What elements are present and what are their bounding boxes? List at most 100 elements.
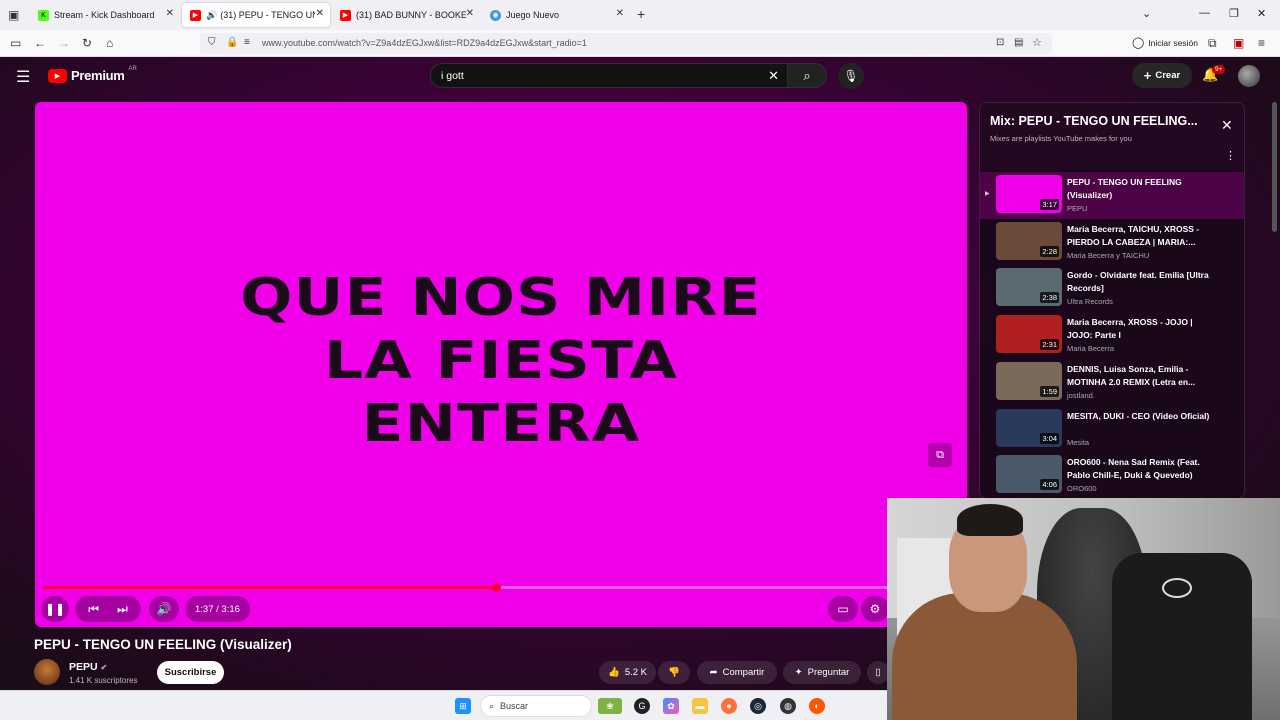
close-tab-icon[interactable]: ✕ [616,8,624,19]
clear-search-icon[interactable]: ✕ [768,68,779,84]
search-button[interactable]: ⌕ [787,63,827,88]
playlist-thumbnail[interactable]: 1:59 [996,361,1062,400]
back-icon[interactable]: ← [34,36,46,50]
forward-icon[interactable]: → [58,36,70,50]
reload-icon[interactable]: ↻ [82,36,92,50]
page-scrollbar[interactable] [1272,102,1277,232]
playlist-item-title[interactable]: DENNIS, Luisa Sonza, Emilia - MOTINHA 2.… [1067,363,1217,389]
signin-button[interactable]: ◯ Iniciar sesión [1132,36,1198,49]
user-avatar[interactable] [1238,65,1260,87]
windows-start-icon[interactable]: ⊞ [455,698,471,714]
bookmark-star-icon[interactable]: ☆ [1032,36,1042,50]
settings-button[interactable]: ⚙ [861,596,889,622]
youtube-premium-logo[interactable]: ▶ Premium AR [48,66,137,83]
volume-button[interactable]: 🔊 [149,596,179,622]
playlist-item[interactable]: 2:38 Gordo - Olvidarte feat. Emilia [Ultr… [980,265,1244,312]
close-tab-icon[interactable]: ✕ [316,8,324,19]
like-button[interactable]: 👍 5.2 K [599,661,656,684]
playlist-thumbnail[interactable]: 3:04 [996,408,1062,447]
copilot-icon[interactable]: ✿ [663,698,679,714]
tab-label: Juego Nuevo [506,10,560,20]
app-orange-icon[interactable]: ◐ [809,698,825,714]
reader-view-icon[interactable]: ▤ [1014,36,1023,50]
playlist-item-title[interactable]: PEPU - TENGO UN FEELING (Visualizer) [1067,176,1217,202]
tab-juego-nuevo[interactable]: ◉ Juego Nuevo ✕ [482,3,630,27]
playlist-item-title[interactable]: ORO600 - Nena Sad Remix (Feat. Pablo Chi… [1067,456,1217,482]
subscribe-button[interactable]: Suscribirse [157,661,224,684]
audio-playing-icon[interactable]: 🔊 [206,10,217,21]
search-highlight-icon[interactable]: ❀ [598,698,622,714]
playlist-thumbnail[interactable]: 3:17 [996,175,1062,213]
create-button[interactable]: + Crear [1132,63,1192,88]
progress-bar[interactable] [43,583,959,592]
url-text[interactable]: www.youtube.com/watch?v=Z9a4dzEGJxw&list… [262,38,587,48]
tab-kick-dashboard[interactable]: K Stream - Kick Dashboard ✕ [30,3,180,27]
lyric-line: ENTERA [361,394,641,454]
playlist-item[interactable]: 2:28 Maria Becerra, TAICHU, XROSS - PIERD… [980,219,1244,266]
playlist-title[interactable]: Mix: PEPU - TENGO UN FEELING... [990,114,1200,128]
app-g-icon[interactable]: G [634,698,650,714]
playlist-thumbnail[interactable]: 4:06 [996,455,1062,494]
file-explorer-icon[interactable]: ▬ [692,698,708,714]
playlist-item[interactable]: 1:59 DENNIS, Luisa Sonza, Emilia - MOTINH… [980,359,1244,406]
sparkle-icon: ✦ [794,667,803,678]
more-options-icon[interactable]: ⋮ [1225,149,1236,162]
like-count: 5.2 K [624,667,648,678]
shield-icon[interactable]: ⛉ [208,36,216,50]
tab-youtube-bad-bunny[interactable]: ▶ (31) BAD BUNNY - BOOKER T (V ✕ [332,3,480,27]
ask-button[interactable]: ✦ Preguntar [783,661,861,684]
video-player[interactable]: QUE NOS MIRE LA FIESTA ENTERA ⧉ ❚❚ ⏮ ⏭ 🔊… [35,102,967,627]
voice-search-button[interactable]: 🎙 [838,63,864,89]
channel-avatar[interactable] [34,659,60,685]
previous-icon[interactable]: ⏮ [88,602,99,617]
hamburger-menu-icon[interactable]: ☰ [16,67,30,87]
taskbar-search[interactable]: ⌕ Buscar [480,695,592,717]
playlist-item-channel: Mesita [1067,437,1090,447]
lock-icon[interactable]: 🔒 [226,36,238,50]
sidebar-toggle-icon[interactable]: ▭ [10,36,21,50]
playlist-item[interactable]: 2:31 Maria Becerra, XROSS - JOJO | JOJO: … [980,312,1244,359]
playlist-thumbnail[interactable]: 2:31 [996,315,1062,354]
playlist-item-channel: Maria Becerra [1067,344,1115,354]
close-icon[interactable]: ✕ [1221,117,1233,134]
list-tabs-icon[interactable]: ⌄ [1142,7,1151,20]
save-button[interactable]: ▯ [867,661,889,684]
tab-overview-icon[interactable]: ▣ [8,8,19,22]
firefox-icon[interactable]: ● [721,698,737,714]
minimize-icon[interactable]: — [1199,7,1210,19]
translate-icon[interactable]: ⊡ [996,36,1004,50]
search-input[interactable]: i gott ✕ [430,63,788,88]
playlist-thumbnail[interactable]: 2:38 [996,268,1062,307]
channel-name[interactable]: PEPU ✔ [69,661,107,673]
new-tab-icon[interactable]: + [637,7,645,21]
playlist-item-title[interactable]: Maria Becerra, XROSS - JOJO | JOJO: Part… [1067,316,1217,342]
dislike-button[interactable]: 👎 [658,661,690,684]
captions-button[interactable]: ▭ [828,596,858,622]
search-query[interactable]: i gott [441,70,464,82]
playlist-item[interactable]: 3:04 MESITA, DUKI - CEO (Video Oficial) Me… [980,406,1244,453]
steam-icon[interactable]: ◎ [750,698,766,714]
maximize-icon[interactable]: ❐ [1229,7,1239,20]
playlist-item-title[interactable]: Maria Becerra, TAICHU, XROSS - PIERDO LA… [1067,223,1217,249]
close-tab-icon[interactable]: ✕ [466,8,474,19]
pause-button[interactable]: ❚❚ [41,596,69,622]
permissions-icon[interactable]: ≡ [244,36,250,50]
playlist-item-title[interactable]: MESITA, DUKI - CEO (Video Oficial) [1067,410,1217,423]
close-window-icon[interactable]: ✕ [1257,7,1266,20]
playlist-item[interactable]: ▶ 3:17 PEPU - TENGO UN FEELING (Visualizer… [980,172,1244,219]
app-dark-icon[interactable]: ◍ [780,698,796,714]
home-icon[interactable]: ⌂ [106,36,113,50]
extension-badge-icon[interactable]: ▣ [1233,36,1244,50]
miniplayer-icon[interactable]: ⧉ [928,443,952,467]
tab-youtube-pepu[interactable]: ▶ 🔊 (31) PEPU - TENGO UN FEE ✕ [182,3,330,27]
playlist-thumbnail[interactable]: 2:28 [996,221,1062,260]
playlist-item-title[interactable]: Gordo - Olvidarte feat. Emilia [Ultra Re… [1067,269,1217,295]
progress-scrubber[interactable] [492,583,502,592]
next-icon[interactable]: ⏭ [117,602,128,617]
menu-icon[interactable]: ≡ [1258,36,1265,50]
share-button[interactable]: ➦ Compartir [697,661,777,684]
close-tab-icon[interactable]: ✕ [166,8,174,19]
playlist-item[interactable]: 4:06 ORO600 - Nena Sad Remix (Feat. Pablo… [980,452,1244,498]
extensions-icon[interactable]: ⧉ [1208,36,1217,50]
address-bar[interactable]: ⛉ 🔒 ≡ www.youtube.com/watch?v=Z9a4dzEGJx… [200,33,1052,54]
